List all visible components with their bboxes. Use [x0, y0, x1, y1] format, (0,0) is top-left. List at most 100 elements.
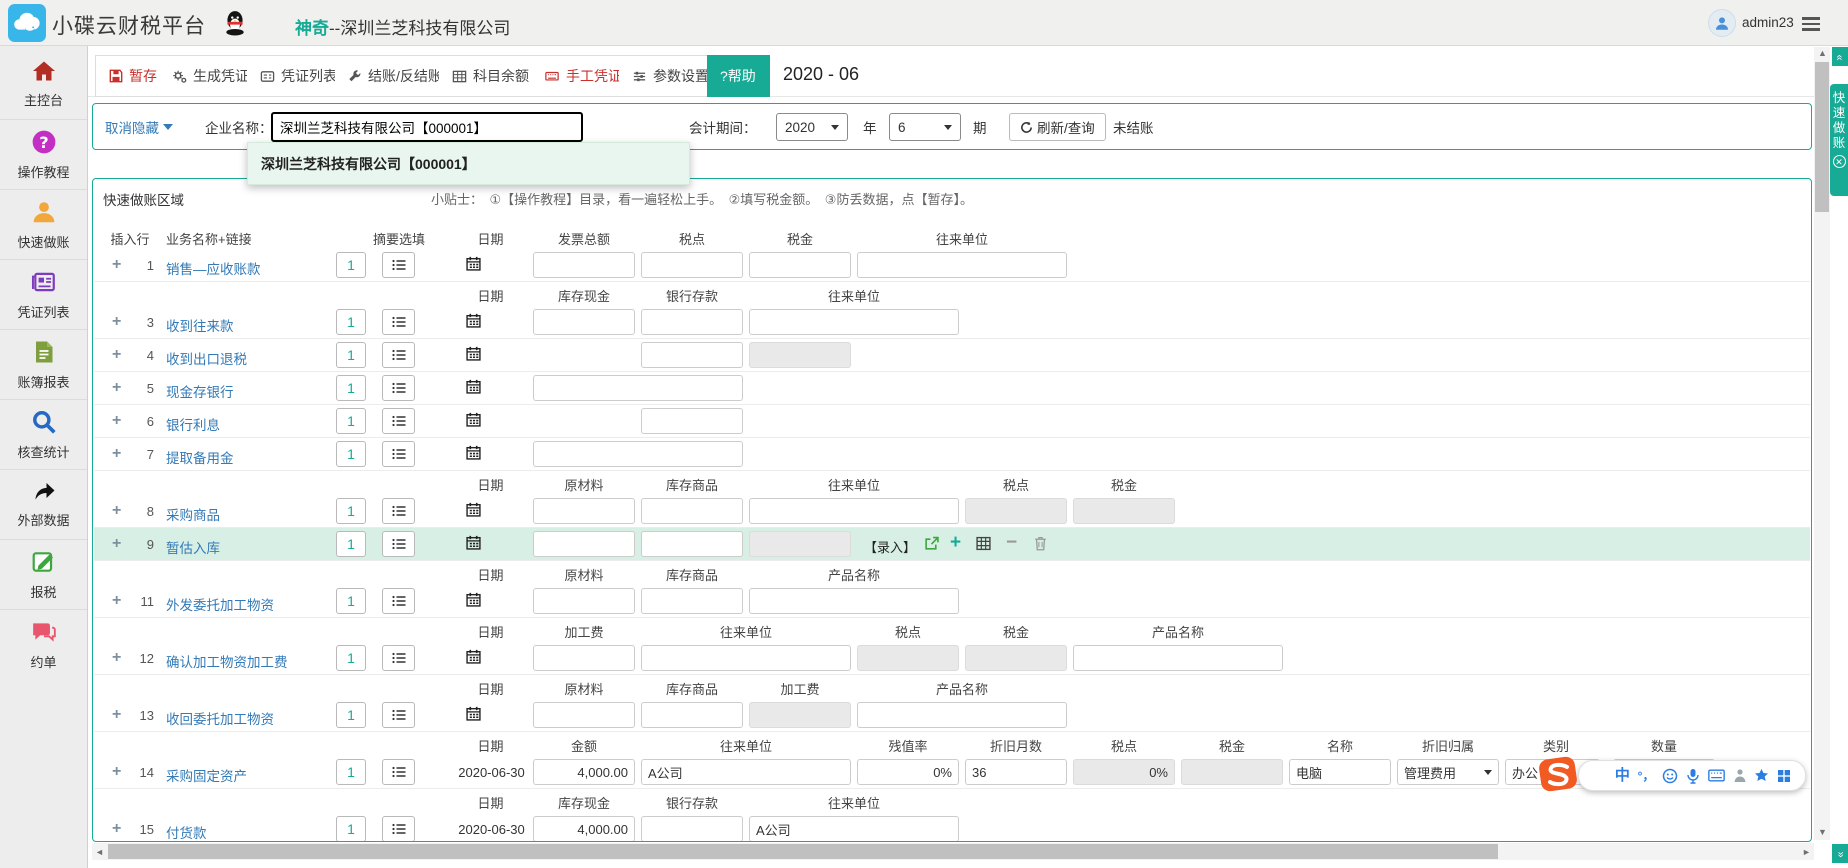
quantity-box[interactable]	[336, 588, 366, 614]
depreciation-belong-select[interactable]: 管理费用	[1397, 759, 1499, 785]
insert-row-icon[interactable]: +	[112, 413, 121, 429]
insert-row-icon[interactable]: +	[112, 821, 121, 837]
horizontal-scroll-thumb[interactable]	[108, 844, 1498, 859]
calendar-icon[interactable]	[466, 379, 481, 394]
summary-list-button[interactable]	[382, 702, 415, 728]
add-line-icon[interactable]: +	[950, 533, 961, 553]
detail-grid-icon[interactable]	[976, 536, 991, 551]
insert-row-icon[interactable]: +	[112, 314, 121, 330]
user-avatar[interactable]	[1708, 9, 1736, 37]
amount-input[interactable]	[533, 759, 635, 785]
calendar-icon[interactable]	[466, 502, 481, 517]
partner-input[interactable]	[749, 816, 959, 842]
ime-handwriting-icon[interactable]	[1733, 768, 1747, 783]
summary-list-button[interactable]	[382, 441, 415, 467]
summary-list-button[interactable]	[382, 759, 415, 785]
menu-icon[interactable]	[1802, 14, 1820, 34]
business-link[interactable]: 收回委托加工物资	[166, 708, 274, 728]
calendar-icon[interactable]	[466, 412, 481, 427]
subject-balance-button[interactable]: 科目余额	[439, 55, 543, 97]
insert-row-icon[interactable]: +	[112, 536, 121, 552]
scroll-up-icon[interactable]: ▲	[1818, 48, 1827, 58]
bank-input[interactable]	[641, 816, 743, 842]
vertical-scroll-thumb[interactable]	[1815, 62, 1829, 212]
ime-voice-icon[interactable]	[1686, 768, 1700, 784]
company-name-input[interactable]	[271, 112, 583, 142]
sidebar-item-tax[interactable]: 报税	[0, 540, 87, 610]
remove-line-icon[interactable]: −	[1006, 533, 1017, 553]
sidebar-item-quick-account[interactable]: 快速做账	[0, 190, 87, 260]
business-link[interactable]: 付货款	[166, 822, 207, 842]
business-link[interactable]: 收到出口退税	[166, 348, 247, 368]
summary-list-button[interactable]	[382, 498, 415, 524]
tax-rate-input[interactable]	[641, 252, 743, 278]
residual-rate-input[interactable]	[857, 759, 959, 785]
scroll-down-icon[interactable]: ▼	[1818, 827, 1827, 837]
sidebar-item-audit[interactable]: 核查统计	[0, 400, 87, 470]
summary-list-button[interactable]	[382, 408, 415, 434]
cancel-hide-link[interactable]: 取消隐藏	[105, 104, 173, 149]
business-link[interactable]: 收到往来款	[166, 315, 234, 335]
calendar-icon[interactable]	[466, 313, 481, 328]
calendar-icon[interactable]	[466, 706, 481, 721]
ime-skin-icon[interactable]	[1754, 768, 1769, 783]
product-name-input[interactable]	[1073, 645, 1283, 671]
calendar-icon[interactable]	[466, 592, 481, 607]
quantity-box[interactable]	[336, 498, 366, 524]
insert-row-icon[interactable]: +	[112, 650, 121, 666]
quantity-box[interactable]	[336, 441, 366, 467]
insert-row-icon[interactable]: +	[112, 380, 121, 396]
ime-toolbox-icon[interactable]	[1777, 769, 1791, 783]
processing-fee-input[interactable]	[533, 645, 635, 671]
ime-keyboard-icon[interactable]	[1708, 769, 1725, 782]
export-icon[interactable]	[924, 536, 939, 551]
quantity-box[interactable]	[336, 816, 366, 842]
quantity-box[interactable]	[336, 759, 366, 785]
quantity-box[interactable]	[336, 531, 366, 557]
insert-row-icon[interactable]: +	[112, 446, 121, 462]
scroll-right-icon[interactable]: ►	[1802, 847, 1811, 857]
ime-emoji-icon[interactable]	[1662, 768, 1678, 784]
business-link[interactable]: 采购商品	[166, 504, 220, 524]
bank-input[interactable]	[641, 309, 743, 335]
sidebar-item-reports[interactable]: 账簿报表	[0, 330, 87, 400]
refresh-query-button[interactable]: 刷新/查询	[1009, 113, 1106, 141]
summary-list-button[interactable]	[382, 309, 415, 335]
insert-row-icon[interactable]: +	[112, 764, 121, 780]
insert-row-icon[interactable]: +	[112, 707, 121, 723]
business-link[interactable]: 确认加工物资加工费	[166, 651, 288, 671]
raw-material-input[interactable]	[533, 588, 635, 614]
cash-input[interactable]	[533, 309, 635, 335]
tax-amount-input[interactable]	[749, 252, 851, 278]
raw-material-input[interactable]	[533, 702, 635, 728]
partner-input[interactable]	[749, 309, 959, 335]
partner-input[interactable]	[641, 759, 851, 785]
sidebar-item-dashboard[interactable]: 主控台	[0, 50, 87, 120]
amount-input[interactable]	[533, 375, 743, 401]
business-link[interactable]: 暂估入库	[166, 537, 220, 557]
closing-button[interactable]: 结账/反结账	[335, 55, 456, 97]
calendar-icon[interactable]	[466, 346, 481, 361]
quick-accounting-side-tab[interactable]: 快速做账 ✕	[1830, 84, 1848, 196]
summary-list-button[interactable]	[382, 588, 415, 614]
calendar-icon[interactable]	[466, 256, 481, 271]
calendar-icon[interactable]	[466, 445, 481, 460]
month-select[interactable]: 6	[889, 113, 961, 141]
quantity-box[interactable]	[336, 645, 366, 671]
stock-goods-input[interactable]	[641, 531, 743, 557]
raw-material-input[interactable]	[533, 498, 635, 524]
business-link[interactable]: 提取备用金	[166, 447, 234, 467]
quantity-box[interactable]	[336, 375, 366, 401]
raw-material-input[interactable]	[533, 531, 635, 557]
business-link[interactable]: 外发委托加工物资	[166, 594, 274, 614]
date-value[interactable]: 2020-06-30	[452, 822, 531, 837]
year-select[interactable]: 2020	[776, 113, 848, 141]
business-link[interactable]: 销售—应收账款	[166, 258, 261, 278]
bank-input[interactable]	[641, 408, 743, 434]
business-link[interactable]: 银行利息	[166, 414, 220, 434]
entry-label[interactable]: 【录入】	[864, 537, 916, 556]
partner-input[interactable]	[749, 498, 959, 524]
business-link[interactable]: 采购固定资产	[166, 765, 247, 785]
trash-icon[interactable]	[1034, 536, 1047, 551]
sidebar-item-tutorial[interactable]: ? 操作教程	[0, 120, 87, 190]
